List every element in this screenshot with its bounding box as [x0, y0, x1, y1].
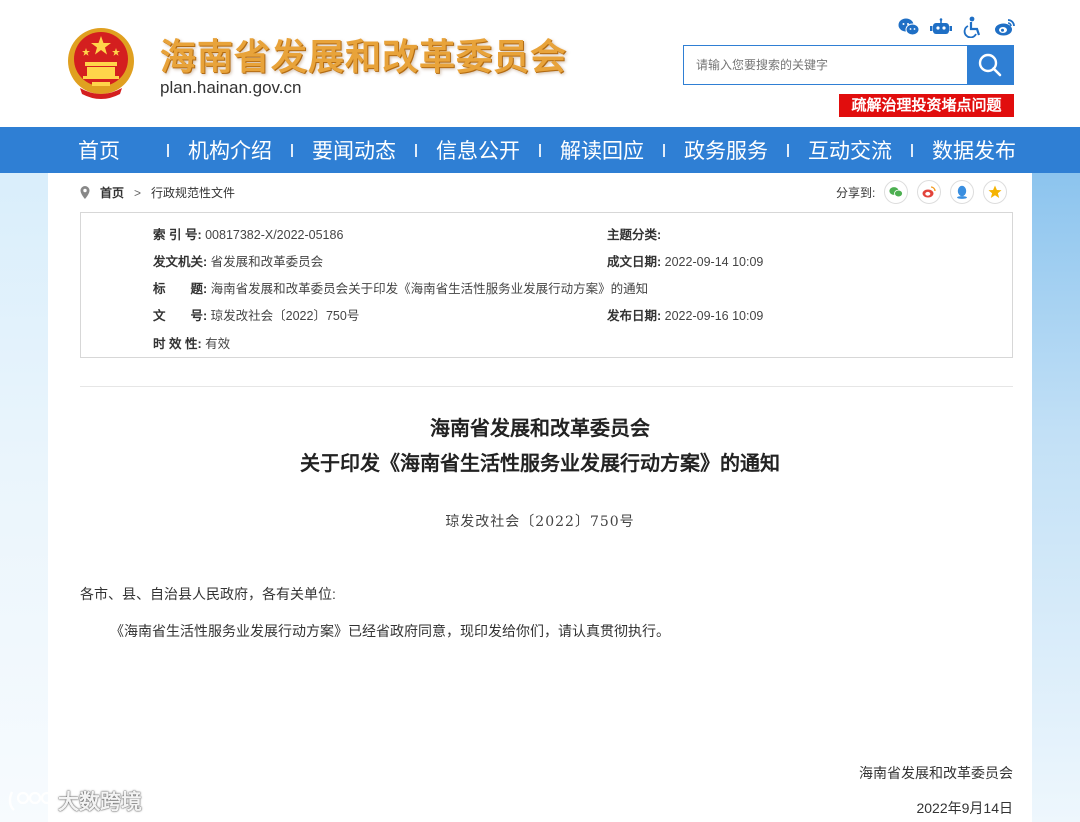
breadcrumb-home-link[interactable]: 首页	[100, 184, 124, 201]
share-wechat-button[interactable]	[884, 180, 909, 204]
meta-published-label: 发布日期:	[607, 309, 662, 323]
nav-item-gov-services[interactable]: 政务服务	[684, 135, 768, 165]
nav-separator	[787, 143, 789, 157]
wechat-icon[interactable]	[898, 16, 920, 38]
meta-issuer-label: 发文机关:	[153, 255, 208, 269]
meta-topic-label: 主题分类:	[607, 228, 662, 242]
accessibility-icon[interactable]	[962, 16, 984, 38]
site-title[interactable]: 海南省发展和改革委员会	[160, 28, 567, 80]
meta-validity-label: 时 效 性:	[153, 337, 202, 351]
left-background	[0, 173, 48, 822]
meta-docno-value: 琼发改社会〔2022〕750号	[210, 309, 360, 323]
meta-index-label: 索 引 号:	[153, 228, 202, 242]
nav-item-news[interactable]: 要闻动态	[312, 135, 396, 165]
nav-separator	[539, 143, 541, 157]
wechat-icon	[889, 187, 904, 198]
meta-topic: 主题分类:	[607, 224, 661, 243]
meta-validity: 时 效 性: 有效	[153, 333, 230, 352]
share-weibo-button[interactable]	[917, 180, 942, 204]
search-button[interactable]	[967, 46, 1013, 84]
meta-validity-value: 有效	[205, 337, 231, 351]
search-box	[683, 45, 1014, 85]
meta-index: 索 引 号: 00817382-X/2022-05186	[153, 224, 343, 243]
nav-separator	[911, 143, 913, 157]
watermark-text: 大数跨境	[58, 790, 142, 814]
nav-item-about[interactable]: 机构介绍	[188, 135, 272, 165]
nav-separator	[291, 143, 293, 157]
meta-issuer-value: 省发展和改革委员会	[210, 255, 324, 269]
national-emblem-icon	[68, 28, 134, 99]
share-label: 分享到:	[836, 185, 876, 200]
document-metadata-box: 索 引 号: 00817382-X/2022-05186 主题分类: 发文机关:…	[80, 212, 1013, 358]
article-salutation: 各市、县、自治县人民政府，各有关单位:	[80, 586, 336, 602]
content-divider	[80, 386, 1013, 387]
header-tool-icons	[898, 16, 1016, 38]
meta-title: 标 题: 海南省发展和改革委员会关于印发《海南省生活性服务业发展行动方案》的通知	[153, 278, 648, 297]
nav-item-info-disclosure[interactable]: 信息公开	[436, 135, 520, 165]
article-body-paragraph: 《海南省生活性服务业发展行动方案》已经省政府同意，现印发给你们，请认真贯彻执行。	[110, 623, 670, 639]
breadcrumb-current[interactable]: 行政规范性文件	[151, 184, 235, 201]
meta-created: 成文日期: 2022-09-14 10:09	[607, 251, 763, 270]
meta-index-value: 00817382-X/2022-05186	[205, 228, 344, 242]
location-pin-icon	[80, 186, 90, 199]
meta-title-label: 标 题:	[153, 282, 208, 296]
qq-icon	[957, 185, 968, 199]
meta-published: 发布日期: 2022-09-16 10:09	[607, 305, 763, 324]
nav-separator	[415, 143, 417, 157]
article-signature: 海南省发展和改革委员会	[859, 765, 1013, 781]
share-qzone-button[interactable]	[983, 180, 1008, 204]
article-doc-number: 琼发改社会〔2022〕750号	[445, 514, 635, 530]
search-icon	[978, 53, 1002, 77]
share-bar: 分享到:	[836, 180, 1008, 204]
nav-item-interaction[interactable]: 互动交流	[808, 135, 892, 165]
meta-docno-label: 文 号:	[153, 309, 208, 323]
watermark: 大数跨境	[8, 786, 142, 816]
right-background	[1032, 173, 1080, 822]
article-title-line-2: 关于印发《海南省生活性服务业发展行动方案》的通知	[300, 451, 780, 475]
main-nav: 首页 机构介绍 要闻动态 信息公开 解读回应 政务服务 互动交流 数据发布	[0, 127, 1080, 173]
weibo-icon	[922, 186, 936, 198]
nav-item-home[interactable]: 首页	[78, 135, 120, 165]
site-url: plan.hainan.gov.cn	[160, 78, 302, 97]
meta-created-label: 成文日期:	[607, 255, 662, 269]
article-title-line-1: 海南省发展和改革委员会	[430, 416, 650, 440]
nav-separator	[167, 143, 169, 157]
meta-title-value: 海南省发展和改革委员会关于印发《海南省生活性服务业发展行动方案》的通知	[210, 282, 649, 296]
breadcrumb: 首页 > 行政规范性文件	[80, 184, 235, 201]
search-input[interactable]	[684, 46, 967, 84]
nav-item-interpretation[interactable]: 解读回应	[560, 135, 644, 165]
meta-issuer: 发文机关: 省发展和改革委员会	[153, 251, 323, 270]
breadcrumb-separator: >	[134, 185, 142, 200]
site-header: 海南省发展和改革委员会 plan.hainan.gov.cn 疏解治理投资堵点问…	[0, 0, 1080, 127]
meta-created-value: 2022-09-14 10:09	[664, 255, 764, 269]
nav-item-data-release[interactable]: 数据发布	[932, 135, 1016, 165]
weibo-icon[interactable]	[994, 16, 1016, 38]
article-date: 2022年9月14日	[916, 800, 1013, 816]
watermark-logo-icon	[8, 791, 54, 811]
nav-separator	[663, 143, 665, 157]
meta-docno: 文 号: 琼发改社会〔2022〕750号	[153, 305, 359, 324]
promo-banner-link[interactable]: 疏解治理投资堵点问题	[839, 94, 1014, 117]
meta-published-value: 2022-09-16 10:09	[664, 309, 764, 323]
qzone-star-icon	[988, 185, 1002, 198]
robot-icon[interactable]	[930, 16, 952, 38]
share-qq-button[interactable]	[950, 180, 975, 204]
